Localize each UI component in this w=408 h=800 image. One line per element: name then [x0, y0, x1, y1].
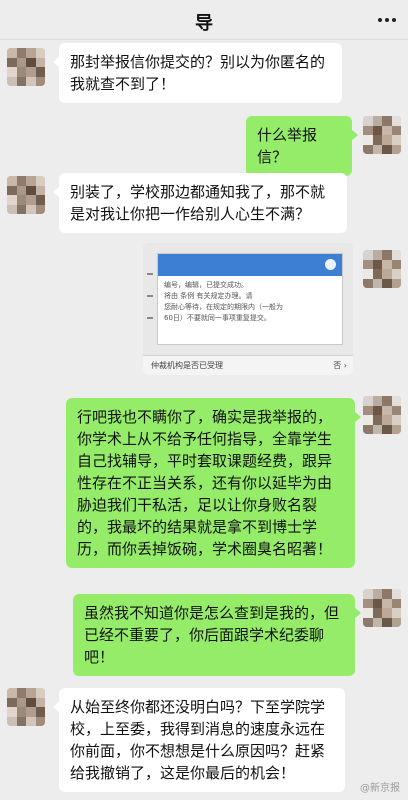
dialog-line: 编号，编辑，已提交成功。 [164, 281, 248, 289]
avatar[interactable] [363, 116, 401, 154]
dialog-line: 将由 条例 有关规定办理。请 [164, 292, 253, 300]
dialog-line: 60日）不要就同一事项重复提交。 [164, 314, 271, 322]
footer-label: 仲裁机构是否已受理 [151, 361, 223, 370]
avatar[interactable] [7, 176, 45, 214]
watermark: @新京报 [360, 783, 400, 794]
image-footer: 仲裁机构是否已受理 否 › [143, 355, 353, 375]
dialog-body: 编号，编辑，已提交成功。 将由 条例 有关规定办理。请 您耐心等待，在规定的期限… [158, 276, 342, 328]
message-text: 虽然我不知道你是怎么查到是我的，但已经不重要了，你后面跟学术纪委聊吧！ [84, 604, 340, 666]
message-bubble[interactable]: 什么举报信？ [246, 116, 358, 176]
message-text: 从始至终你都还没明白吗？下至学院学校，上至委，我得到消息的速度永远在你前面，你不… [70, 698, 326, 782]
message-text: 那封举报信你提交的？别以为你匿名的我就查不到了！ [70, 53, 326, 93]
message-bubble[interactable]: 从始至终你都还没明白吗？下至学院学校，上至委，我得到消息的速度永远在你前面，你不… [53, 688, 345, 792]
screenshot-image-message[interactable]: 编号，编辑，已提交成功。 将由 条例 有关规定办理。请 您耐心等待，在规定的期限… [143, 243, 353, 375]
chat-title: 导 [195, 13, 213, 34]
image-detail [147, 273, 153, 275]
image-detail [147, 295, 153, 297]
avatar[interactable] [363, 396, 401, 434]
message-text: 什么举报信？ [257, 126, 318, 166]
message-bubble[interactable]: 虽然我不知道你是怎么查到是我的，但已经不重要了，你后面跟学术纪委聊吧！ [73, 594, 361, 676]
avatar[interactable] [363, 589, 401, 627]
submission-dialog: 编号，编辑，已提交成功。 将由 条例 有关规定办理。请 您耐心等待，在规定的期限… [157, 253, 343, 345]
info-icon [325, 259, 336, 270]
message-text: 别装了，学校那边都通知我了，那不就是对我让你把一作给别人心生不满？ [70, 183, 326, 223]
footer-value: 否 › [333, 361, 347, 370]
image-detail [147, 317, 153, 319]
avatar[interactable] [7, 688, 45, 726]
dialog-header [158, 254, 342, 276]
chat-header: 导 [0, 0, 408, 40]
avatar[interactable] [7, 48, 45, 86]
message-bubble[interactable]: 别装了，学校那边都通知我了，那不就是对我让你把一作给别人心生不满？ [53, 173, 347, 233]
message-bubble[interactable]: 行吧我也不瞒你了，确实是我举报的，你学术上从不给予任何指导，全靠学生自己找辅导，… [66, 398, 361, 568]
avatar[interactable] [363, 250, 401, 288]
message-text: 行吧我也不瞒你了，确实是我举报的，你学术上从不给予任何指导，全靠学生自己找辅导，… [77, 408, 333, 558]
ellipsis-icon[interactable] [376, 10, 398, 30]
message-bubble[interactable]: 那封举报信你提交的？别以为你匿名的我就查不到了！ [53, 43, 342, 103]
dialog-line: 您耐心等待，在规定的期限内（一般为 [164, 303, 283, 311]
